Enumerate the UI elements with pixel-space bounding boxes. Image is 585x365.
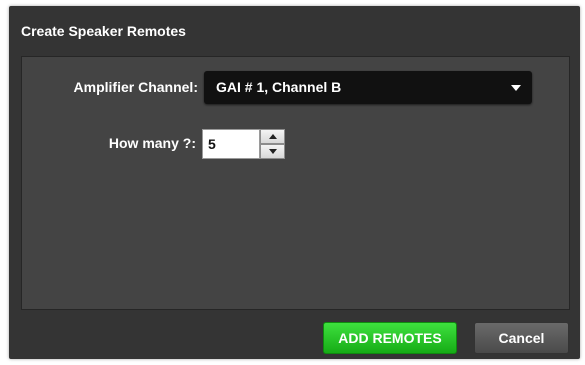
decrement-button[interactable] xyxy=(260,144,285,159)
how-many-label: How many ?: xyxy=(108,135,196,151)
arrow-up-icon xyxy=(269,134,277,139)
dialog-title: Create Speaker Remotes xyxy=(21,23,186,39)
dialog-content: Amplifier Channel: GAI # 1, Channel B Ho… xyxy=(21,56,570,310)
arrow-down-icon xyxy=(269,149,277,154)
cancel-button[interactable]: Cancel xyxy=(474,322,569,354)
amplifier-channel-label: Amplifier Channel: xyxy=(73,79,198,95)
how-many-stepper xyxy=(202,129,285,159)
amplifier-channel-value: GAI # 1, Channel B xyxy=(216,79,342,95)
create-speaker-remotes-dialog: Create Speaker Remotes Amplifier Channel… xyxy=(9,6,580,359)
how-many-input[interactable] xyxy=(202,129,260,159)
increment-button[interactable] xyxy=(260,129,285,144)
amplifier-channel-select[interactable]: GAI # 1, Channel B xyxy=(204,71,532,104)
add-remotes-button[interactable]: ADD REMOTES xyxy=(323,322,457,354)
chevron-down-icon xyxy=(511,85,521,91)
